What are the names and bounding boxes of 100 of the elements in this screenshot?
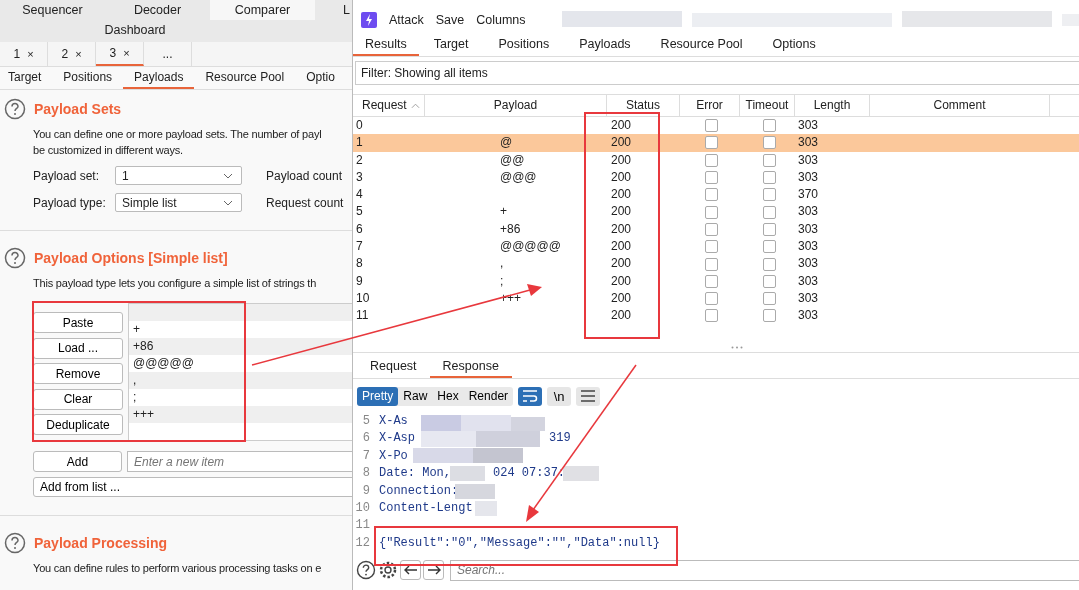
sub-tab[interactable]: Optio xyxy=(295,67,346,89)
view-button[interactable]: Render xyxy=(463,386,514,406)
menu-icon[interactable] xyxy=(576,386,601,406)
help-icon[interactable] xyxy=(4,532,26,554)
settings-icon[interactable] xyxy=(378,560,398,580)
view-button[interactable]: Hex xyxy=(432,386,464,406)
results-tab[interactable]: Target xyxy=(418,34,484,56)
instance-tab[interactable]: ... xyxy=(144,42,192,66)
detail-tab[interactable]: Response xyxy=(429,356,512,378)
sub-tab[interactable]: Resource Pool xyxy=(194,67,296,89)
column-header[interactable]: Error xyxy=(680,95,740,116)
result-row[interactable]: 2 @@ 200 303 xyxy=(353,151,1079,169)
table-cell: 303 xyxy=(798,290,819,305)
code-line: X-Asp xyxy=(379,430,415,448)
list-item[interactable]: , xyxy=(129,372,352,389)
result-row[interactable]: 8 , 200 303 xyxy=(353,255,1079,273)
table-cell: 200 xyxy=(611,152,632,167)
detail-tab[interactable]: Request xyxy=(357,356,430,378)
result-row[interactable]: 9 ; 200 303 xyxy=(353,272,1079,290)
line-number: 7 xyxy=(361,447,370,465)
table-cell: 200 xyxy=(611,308,632,323)
instance-tab[interactable]: 1 × xyxy=(0,42,48,66)
table-cell: + xyxy=(500,204,507,219)
results-tab[interactable]: Options xyxy=(757,34,831,56)
line-number: 12 xyxy=(354,534,370,552)
result-row[interactable]: 7 @@@@@ 200 303 xyxy=(353,238,1079,256)
section-description: be customized in different ways. xyxy=(33,143,183,158)
section-description: This payload type lets you configure a simple list of strings th xyxy=(33,276,317,291)
list-button[interactable]: Clear xyxy=(33,388,123,410)
column-header[interactable]: Status xyxy=(607,95,680,116)
dropdown[interactable]: Simple list xyxy=(115,193,242,212)
input-field[interactable]: Enter a new item xyxy=(127,451,352,472)
newline-button[interactable]: \n xyxy=(547,386,572,406)
result-row[interactable]: 5 + 200 303 xyxy=(353,203,1079,221)
result-row[interactable]: 0 200 303 xyxy=(353,117,1079,135)
back-icon[interactable] xyxy=(400,560,421,580)
instance-tab[interactable]: 3 × xyxy=(96,42,144,66)
result-row[interactable]: 6 +86 200 303 xyxy=(353,220,1079,239)
splitter-grip-icon[interactable] xyxy=(731,346,744,349)
column-header[interactable]: Length xyxy=(795,95,870,116)
filter-bar[interactable]: Filter: Showing all items xyxy=(355,61,1079,85)
table-cell: 303 xyxy=(798,118,819,132)
instance-tab[interactable]: 2 × xyxy=(48,42,96,66)
result-row[interactable]: 11 200 303 xyxy=(353,307,1079,325)
view-button[interactable]: Pretty xyxy=(357,386,399,406)
results-tab[interactable]: Payloads xyxy=(564,34,646,56)
section-title: Payload Sets xyxy=(34,101,122,117)
line-number: 6 xyxy=(361,430,370,448)
tool-tab[interactable]: Comparer xyxy=(210,0,315,20)
forward-icon[interactable] xyxy=(423,560,444,580)
line-number: 8 xyxy=(361,465,370,483)
table-cell: 1 xyxy=(356,135,363,150)
field-label: Payload set: xyxy=(33,168,101,183)
list-item[interactable]: + xyxy=(129,321,352,338)
table-cell: 200 xyxy=(611,187,632,202)
menu-item[interactable]: Columns xyxy=(476,13,526,27)
results-tab[interactable]: Resource Pool xyxy=(645,34,758,56)
result-row[interactable]: 1 @ 200 303 xyxy=(353,134,1079,152)
table-cell: 303 xyxy=(798,239,819,254)
list-button[interactable]: Deduplicate xyxy=(33,414,123,435)
search-field[interactable]: Search... xyxy=(450,559,1079,581)
help-icon[interactable] xyxy=(356,560,376,580)
tool-tab[interactable]: L xyxy=(315,0,352,20)
table-cell: 11 xyxy=(356,308,369,323)
sub-tab[interactable]: Payloads xyxy=(123,67,195,89)
list-item[interactable]: +++ xyxy=(129,406,352,423)
list-button[interactable]: Remove xyxy=(33,363,123,384)
sub-tab[interactable]: Positions xyxy=(52,67,124,89)
table-cell: 2 xyxy=(356,152,363,167)
tool-tab[interactable]: Sequencer xyxy=(0,0,105,20)
view-button[interactable]: Raw xyxy=(398,386,433,406)
column-header[interactable]: Payload xyxy=(425,95,607,116)
list-button[interactable]: Load ... xyxy=(33,337,123,359)
result-row[interactable]: 3 @@@ 200 303 xyxy=(353,168,1079,187)
table-cell: 303 xyxy=(798,256,819,271)
column-header[interactable]: Request xyxy=(353,95,425,116)
menu-item[interactable]: Save xyxy=(435,13,465,27)
results-tab[interactable]: Positions xyxy=(483,34,565,56)
table-cell: 6 xyxy=(356,221,363,236)
list-item[interactable]: +86 xyxy=(129,338,352,355)
list-item[interactable]: ; xyxy=(129,389,352,406)
table-cell: 303 xyxy=(798,221,819,236)
sub-tab[interactable]: Target xyxy=(0,67,53,89)
help-icon[interactable] xyxy=(4,247,26,269)
results-tab[interactable]: Results xyxy=(353,34,419,56)
tool-tab[interactable]: Dashboard xyxy=(0,20,270,42)
add-from-list-dropdown[interactable]: Add from list ... xyxy=(33,477,352,497)
help-icon[interactable] xyxy=(4,98,26,120)
column-header[interactable]: Comment xyxy=(870,95,1050,116)
list-item[interactable]: @@@@@ xyxy=(129,355,352,372)
column-header[interactable]: Timeout xyxy=(740,95,795,116)
result-row[interactable]: 4 200 370 xyxy=(353,186,1079,204)
add-button[interactable]: Add xyxy=(33,451,123,472)
table-cell: @ xyxy=(500,135,513,150)
menu-item[interactable]: Attack xyxy=(389,13,424,27)
list-button[interactable]: Paste xyxy=(33,312,123,333)
wrap-icon[interactable] xyxy=(518,386,543,406)
tool-tab[interactable]: Decoder xyxy=(105,0,210,20)
table-cell: 200 xyxy=(611,135,632,150)
dropdown[interactable]: 1 xyxy=(115,166,242,185)
